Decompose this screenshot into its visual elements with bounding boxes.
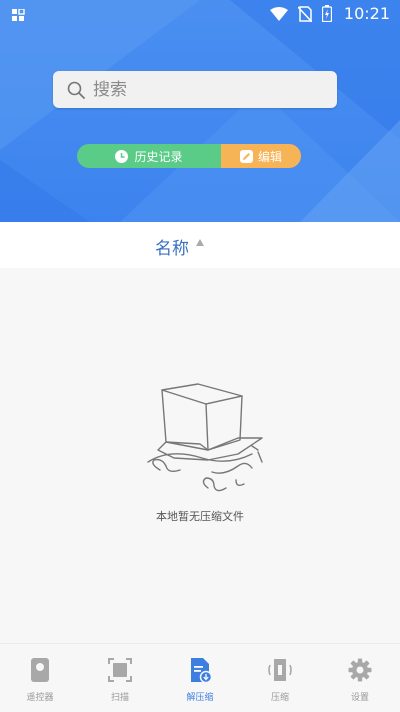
tab-scan[interactable]: 扫描 bbox=[80, 644, 160, 712]
clock-icon bbox=[115, 149, 129, 163]
search-box[interactable] bbox=[53, 71, 337, 108]
empty-state: 本地暂无压缩文件 bbox=[0, 268, 400, 640]
tab-label-settings: 设置 bbox=[350, 693, 369, 703]
header-banner: 10:21 历史记录 编辑 bbox=[0, 0, 400, 222]
search-input[interactable] bbox=[91, 78, 315, 101]
sort-up-icon[interactable] bbox=[196, 239, 204, 246]
tab-remote[interactable]: 遥控器 bbox=[0, 644, 80, 712]
status-bar: 10:21 bbox=[0, 0, 400, 28]
action-pill: 历史记录 编辑 bbox=[77, 144, 301, 168]
edit-button[interactable]: 编辑 bbox=[221, 144, 301, 168]
tab-unzip[interactable]: 解压缩 bbox=[160, 644, 240, 712]
wifi-icon bbox=[269, 6, 288, 21]
notification-icon bbox=[12, 7, 25, 26]
gear-icon bbox=[348, 658, 372, 682]
sort-bar: 名称 bbox=[0, 222, 400, 268]
header-background bbox=[0, 0, 400, 222]
clock: 10:21 bbox=[343, 4, 390, 23]
tab-compress[interactable]: 压缩 bbox=[240, 644, 320, 712]
battery-icon bbox=[321, 5, 332, 22]
unzip-icon bbox=[191, 658, 212, 683]
bottom-tab-bar: 遥控器 扫描 解压缩 压缩 设置 bbox=[0, 643, 400, 712]
tab-settings[interactable]: 设置 bbox=[320, 644, 400, 712]
tab-label-scan: 扫描 bbox=[110, 693, 129, 703]
empty-box-icon bbox=[147, 383, 263, 492]
empty-message: 本地暂无压缩文件 bbox=[156, 510, 244, 523]
sort-by-name-button[interactable]: 名称 bbox=[155, 234, 189, 259]
tab-label-unzip: 解压缩 bbox=[186, 693, 214, 703]
history-label: 历史记录 bbox=[134, 149, 183, 164]
history-button[interactable]: 历史记录 bbox=[77, 144, 221, 168]
compress-icon bbox=[268, 659, 292, 681]
edit-label: 编辑 bbox=[257, 149, 282, 164]
no-sim-icon bbox=[297, 5, 312, 22]
edit-icon bbox=[239, 149, 253, 163]
tab-label-compress: 压缩 bbox=[270, 693, 289, 703]
tab-label-remote: 遥控器 bbox=[26, 693, 54, 703]
scan-icon bbox=[108, 658, 132, 682]
search-icon bbox=[67, 81, 85, 99]
remote-icon bbox=[31, 658, 49, 682]
